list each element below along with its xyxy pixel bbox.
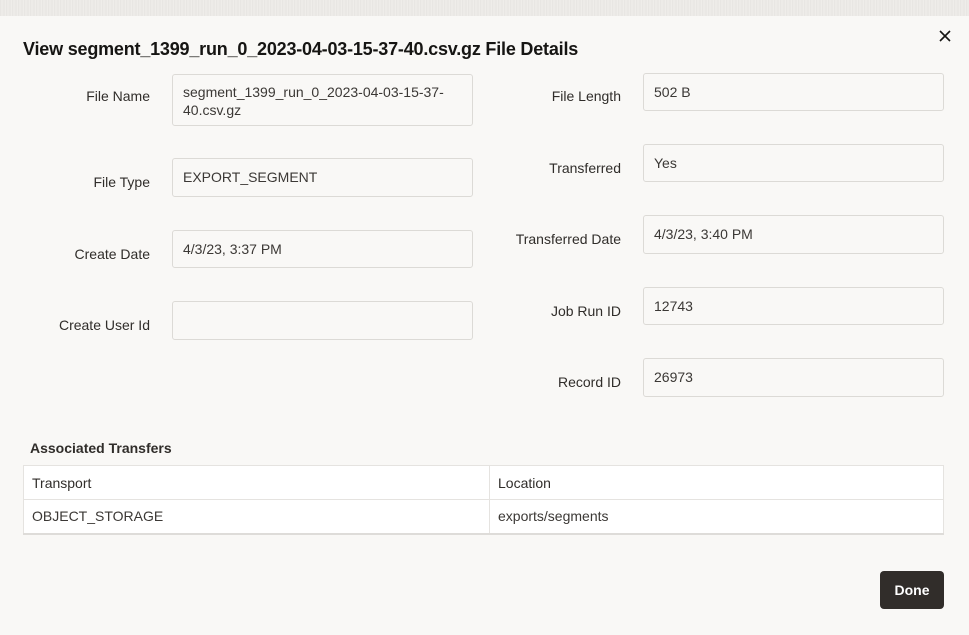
file-type-field: EXPORT_SEGMENT: [172, 158, 473, 197]
create-user-id-field: [172, 301, 473, 340]
column-header-transport[interactable]: Transport: [23, 465, 490, 500]
column-header-location[interactable]: Location: [489, 465, 944, 500]
page-backdrop: [0, 0, 969, 16]
transferred-date-field: 4/3/23, 3:40 PM: [643, 215, 944, 254]
file-name-field: segment_1399_run_0_2023-04-03-15-37-40.c…: [172, 74, 473, 126]
associated-transfers-heading: Associated Transfers: [30, 440, 172, 456]
cell-transport: OBJECT_STORAGE: [23, 499, 490, 534]
create-user-id-label: Create User Id: [58, 317, 150, 333]
close-button[interactable]: [934, 25, 956, 47]
file-name-label: File Name: [86, 88, 150, 104]
file-length-field: 502 B: [643, 73, 944, 111]
table-header-row: Transport Location: [23, 465, 944, 500]
file-details-dialog: View segment_1399_run_0_2023-04-03-15-37…: [0, 16, 969, 635]
create-date-field: 4/3/23, 3:37 PM: [172, 230, 473, 268]
close-icon: [939, 30, 951, 42]
record-id-field: 26973: [643, 358, 944, 397]
cell-location: exports/segments: [489, 499, 944, 534]
job-run-id-field: 12743: [643, 287, 944, 325]
dialog-title: View segment_1399_run_0_2023-04-03-15-37…: [23, 39, 579, 59]
associated-transfers-table: Transport Location OBJECT_STORAGE export…: [23, 465, 944, 535]
record-id-label: Record ID: [557, 374, 621, 390]
done-button[interactable]: Done: [880, 571, 944, 609]
transferred-field: Yes: [643, 144, 944, 182]
create-date-label: Create Date: [74, 246, 150, 262]
table-row[interactable]: OBJECT_STORAGE exports/segments: [23, 499, 944, 534]
transferred-label: Transferred: [549, 160, 621, 176]
transferred-date-label: Transferred Date: [515, 231, 621, 247]
file-type-label: File Type: [93, 174, 150, 190]
file-length-label: File Length: [551, 88, 621, 104]
job-run-id-label: Job Run ID: [550, 303, 621, 319]
